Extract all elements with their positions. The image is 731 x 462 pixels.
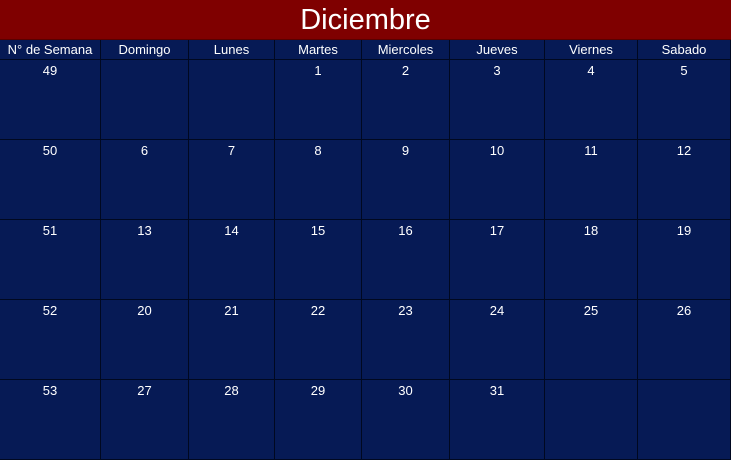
day-cell[interactable]: 5 — [638, 60, 731, 140]
week-number-cell[interactable]: 51 — [0, 220, 101, 300]
day-cell[interactable]: 23 — [362, 300, 450, 380]
day-cell[interactable]: 28 — [189, 380, 275, 460]
header-jueves: Jueves — [450, 40, 545, 60]
header-week-number: N° de Semana — [0, 40, 101, 60]
day-cell[interactable]: 3 — [450, 60, 545, 140]
header-lunes: Lunes — [189, 40, 275, 60]
day-cell[interactable]: 26 — [638, 300, 731, 380]
day-cell[interactable]: 1 — [275, 60, 362, 140]
day-cell[interactable]: 30 — [362, 380, 450, 460]
day-cell[interactable] — [545, 380, 638, 460]
day-cell[interactable]: 11 — [545, 140, 638, 220]
week-number-cell[interactable]: 49 — [0, 60, 101, 140]
calendar-grid: N° de Semana Domingo Lunes Martes Mierco… — [0, 40, 731, 460]
day-cell[interactable]: 12 — [638, 140, 731, 220]
day-cell[interactable]: 4 — [545, 60, 638, 140]
day-cell[interactable]: 19 — [638, 220, 731, 300]
day-cell[interactable]: 9 — [362, 140, 450, 220]
day-cell[interactable] — [101, 60, 189, 140]
header-miercoles: Miercoles — [362, 40, 450, 60]
day-cell[interactable] — [638, 380, 731, 460]
day-cell[interactable]: 25 — [545, 300, 638, 380]
day-cell[interactable]: 10 — [450, 140, 545, 220]
day-cell[interactable]: 16 — [362, 220, 450, 300]
day-cell[interactable]: 8 — [275, 140, 362, 220]
day-cell[interactable]: 21 — [189, 300, 275, 380]
header-viernes: Viernes — [545, 40, 638, 60]
day-cell[interactable]: 18 — [545, 220, 638, 300]
day-cell[interactable]: 7 — [189, 140, 275, 220]
header-sabado: Sabado — [638, 40, 731, 60]
header-martes: Martes — [275, 40, 362, 60]
week-number-cell[interactable]: 50 — [0, 140, 101, 220]
day-cell[interactable] — [189, 60, 275, 140]
week-number-cell[interactable]: 52 — [0, 300, 101, 380]
day-cell[interactable]: 6 — [101, 140, 189, 220]
day-cell[interactable]: 14 — [189, 220, 275, 300]
day-cell[interactable]: 2 — [362, 60, 450, 140]
day-cell[interactable]: 27 — [101, 380, 189, 460]
day-cell[interactable]: 13 — [101, 220, 189, 300]
week-number-cell[interactable]: 53 — [0, 380, 101, 460]
day-cell[interactable]: 31 — [450, 380, 545, 460]
day-cell[interactable]: 17 — [450, 220, 545, 300]
month-title: Diciembre — [0, 0, 731, 40]
header-domingo: Domingo — [101, 40, 189, 60]
day-cell[interactable]: 22 — [275, 300, 362, 380]
day-cell[interactable]: 15 — [275, 220, 362, 300]
day-cell[interactable]: 24 — [450, 300, 545, 380]
day-cell[interactable]: 20 — [101, 300, 189, 380]
day-cell[interactable]: 29 — [275, 380, 362, 460]
